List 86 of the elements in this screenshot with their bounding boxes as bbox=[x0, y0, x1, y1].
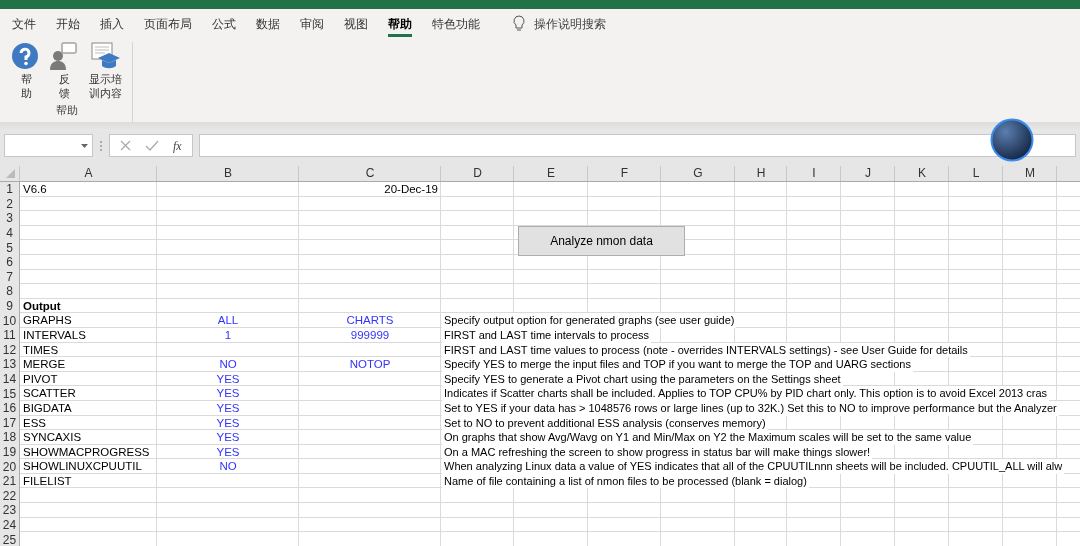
row-header[interactable]: 3 bbox=[0, 211, 20, 226]
ribbon-tab[interactable]: 插入 bbox=[100, 13, 134, 34]
table-cell-text: 1 bbox=[223, 327, 233, 343]
table-cell-text: BIGDATA bbox=[22, 400, 73, 416]
ribbon-tab[interactable]: 视图 bbox=[344, 13, 378, 34]
table-cell: When analyzing Linux data a value of YES indicates that all of the CPUUTILnnn sheets will be included. CPUUTIL_ALL will alw bbox=[442, 459, 1065, 474]
table-cell-text: 20-Dec-19 bbox=[383, 182, 439, 197]
table-cell-text: YES bbox=[215, 400, 241, 416]
floating-ball-icon bbox=[990, 118, 1034, 162]
row-header[interactable]: 13 bbox=[0, 357, 20, 372]
grip-icon bbox=[99, 139, 103, 152]
ribbon-tab[interactable]: 数据 bbox=[256, 13, 290, 34]
table-cell-text: NO bbox=[218, 357, 238, 372]
ribbon-button[interactable]: 反馈 bbox=[46, 42, 82, 100]
ribbon-tab[interactable]: 帮助 bbox=[388, 13, 422, 34]
ribbon-button[interactable]: 帮助 bbox=[8, 42, 44, 100]
search-field[interactable]: 操作说明搜索 bbox=[534, 14, 606, 33]
table-cell-text: INTERVALS bbox=[22, 327, 87, 343]
column-header[interactable]: M bbox=[1003, 166, 1057, 181]
row-header[interactable]: 25 bbox=[0, 532, 20, 546]
table-cell-text: YES bbox=[215, 371, 241, 387]
table-cell-text: YES bbox=[215, 386, 241, 401]
row-header[interactable]: 8 bbox=[0, 284, 20, 299]
row-header[interactable]: 5 bbox=[0, 240, 20, 255]
table-cell-text: FILELIST bbox=[22, 473, 73, 489]
table-cell-text: PIVOT bbox=[22, 371, 59, 387]
table-cell-text: ESS bbox=[22, 415, 47, 431]
column-header[interactable]: L bbox=[949, 166, 1003, 181]
table-cell-text: 999999 bbox=[349, 327, 391, 343]
table-cell-text: YES bbox=[215, 444, 241, 460]
ribbon-tab[interactable]: 公式 bbox=[212, 13, 246, 34]
row-header[interactable]: 18 bbox=[0, 430, 20, 445]
column-header[interactable]: E bbox=[514, 166, 588, 181]
table-cell-text: SYNCAXIS bbox=[22, 430, 83, 445]
table-cell-text: NO bbox=[218, 459, 238, 474]
table-cell: Specify YES to merge the input files and TOP if you want to merge the TOP and UARG sections bbox=[442, 357, 913, 372]
dropdown-caret-icon bbox=[81, 143, 88, 148]
table-cell: On graphs that show Avg/Wavg on Y1 and Min/Max on Y2 the Maximum scales will be set to the same value bbox=[442, 430, 974, 445]
person-speech-icon bbox=[49, 42, 79, 72]
table-cell-text: Output bbox=[22, 298, 62, 314]
table-cell-text: MERGE bbox=[22, 357, 67, 372]
select-all-icon bbox=[4, 168, 16, 180]
column-header[interactable]: A bbox=[20, 166, 157, 181]
column-header[interactable]: H bbox=[735, 166, 787, 181]
table-cell: FIRST and LAST time values to process (note - overrides INTERVALS settings) - see User Guide for details bbox=[442, 342, 970, 358]
table-cell: Indicates if Scatter charts shall be included. Applies to TOP CPU% by PID chart only. This option is to avoid Excel 2013 cras bbox=[442, 386, 1050, 401]
analyze-button[interactable]: Analyze nmon data bbox=[518, 226, 685, 256]
table-cell-text: GRAPHS bbox=[22, 313, 73, 328]
column-header[interactable]: K bbox=[895, 166, 949, 181]
row-header[interactable]: 22 bbox=[0, 488, 20, 504]
row-header[interactable]: 23 bbox=[0, 503, 20, 518]
table-cell-text: YES bbox=[215, 430, 241, 445]
row-header[interactable]: 1 bbox=[0, 182, 20, 197]
column-header[interactable]: B bbox=[157, 166, 299, 181]
ribbon-tab[interactable]: 页面布局 bbox=[144, 13, 202, 34]
table-cell-text: NOTOP bbox=[348, 357, 392, 372]
column-header[interactable]: J bbox=[841, 166, 895, 181]
group-label: 帮助 bbox=[56, 103, 78, 118]
column-header[interactable]: G bbox=[661, 166, 735, 181]
column-header[interactable]: I bbox=[787, 166, 841, 181]
ribbon-tab[interactable]: 开始 bbox=[56, 13, 90, 34]
column-header[interactable]: D bbox=[441, 166, 514, 181]
help-icon bbox=[11, 42, 41, 72]
ribbon-tab[interactable]: 特色功能 bbox=[432, 13, 490, 34]
insert-function-button[interactable]: fx bbox=[173, 136, 182, 155]
ribbon-tab[interactable]: 文件 bbox=[12, 13, 46, 34]
cancel-icon bbox=[120, 140, 131, 151]
row-header[interactable]: 10 bbox=[0, 313, 20, 328]
row-header[interactable]: 15 bbox=[0, 386, 20, 401]
enter-icon bbox=[145, 140, 159, 151]
column-header[interactable]: C bbox=[299, 166, 441, 181]
table-cell-text: ALL bbox=[216, 313, 240, 328]
ribbon-tab[interactable]: 审阅 bbox=[300, 13, 334, 34]
table-cell-text: YES bbox=[215, 415, 241, 431]
table-cell-text: V6.6 bbox=[22, 182, 48, 197]
column-header[interactable]: F bbox=[588, 166, 661, 181]
table-cell: Specify output option for generated graphs (see user guide) bbox=[442, 313, 737, 328]
row-header[interactable]: 20 bbox=[0, 459, 20, 474]
table-cell-text: CHARTS bbox=[345, 313, 395, 328]
lightbulb-icon bbox=[512, 15, 526, 32]
table-cell-text: TIMES bbox=[22, 342, 60, 358]
formula-field[interactable] bbox=[198, 134, 1076, 157]
table-cell-text: SHOWMACPROGRESS bbox=[22, 444, 151, 460]
ribbon-button[interactable]: 显示培训内容 bbox=[84, 42, 126, 100]
table-cell-text: SHOWLINUXCPUUTIL bbox=[22, 459, 143, 474]
table-cell-text: SCATTER bbox=[22, 386, 77, 401]
